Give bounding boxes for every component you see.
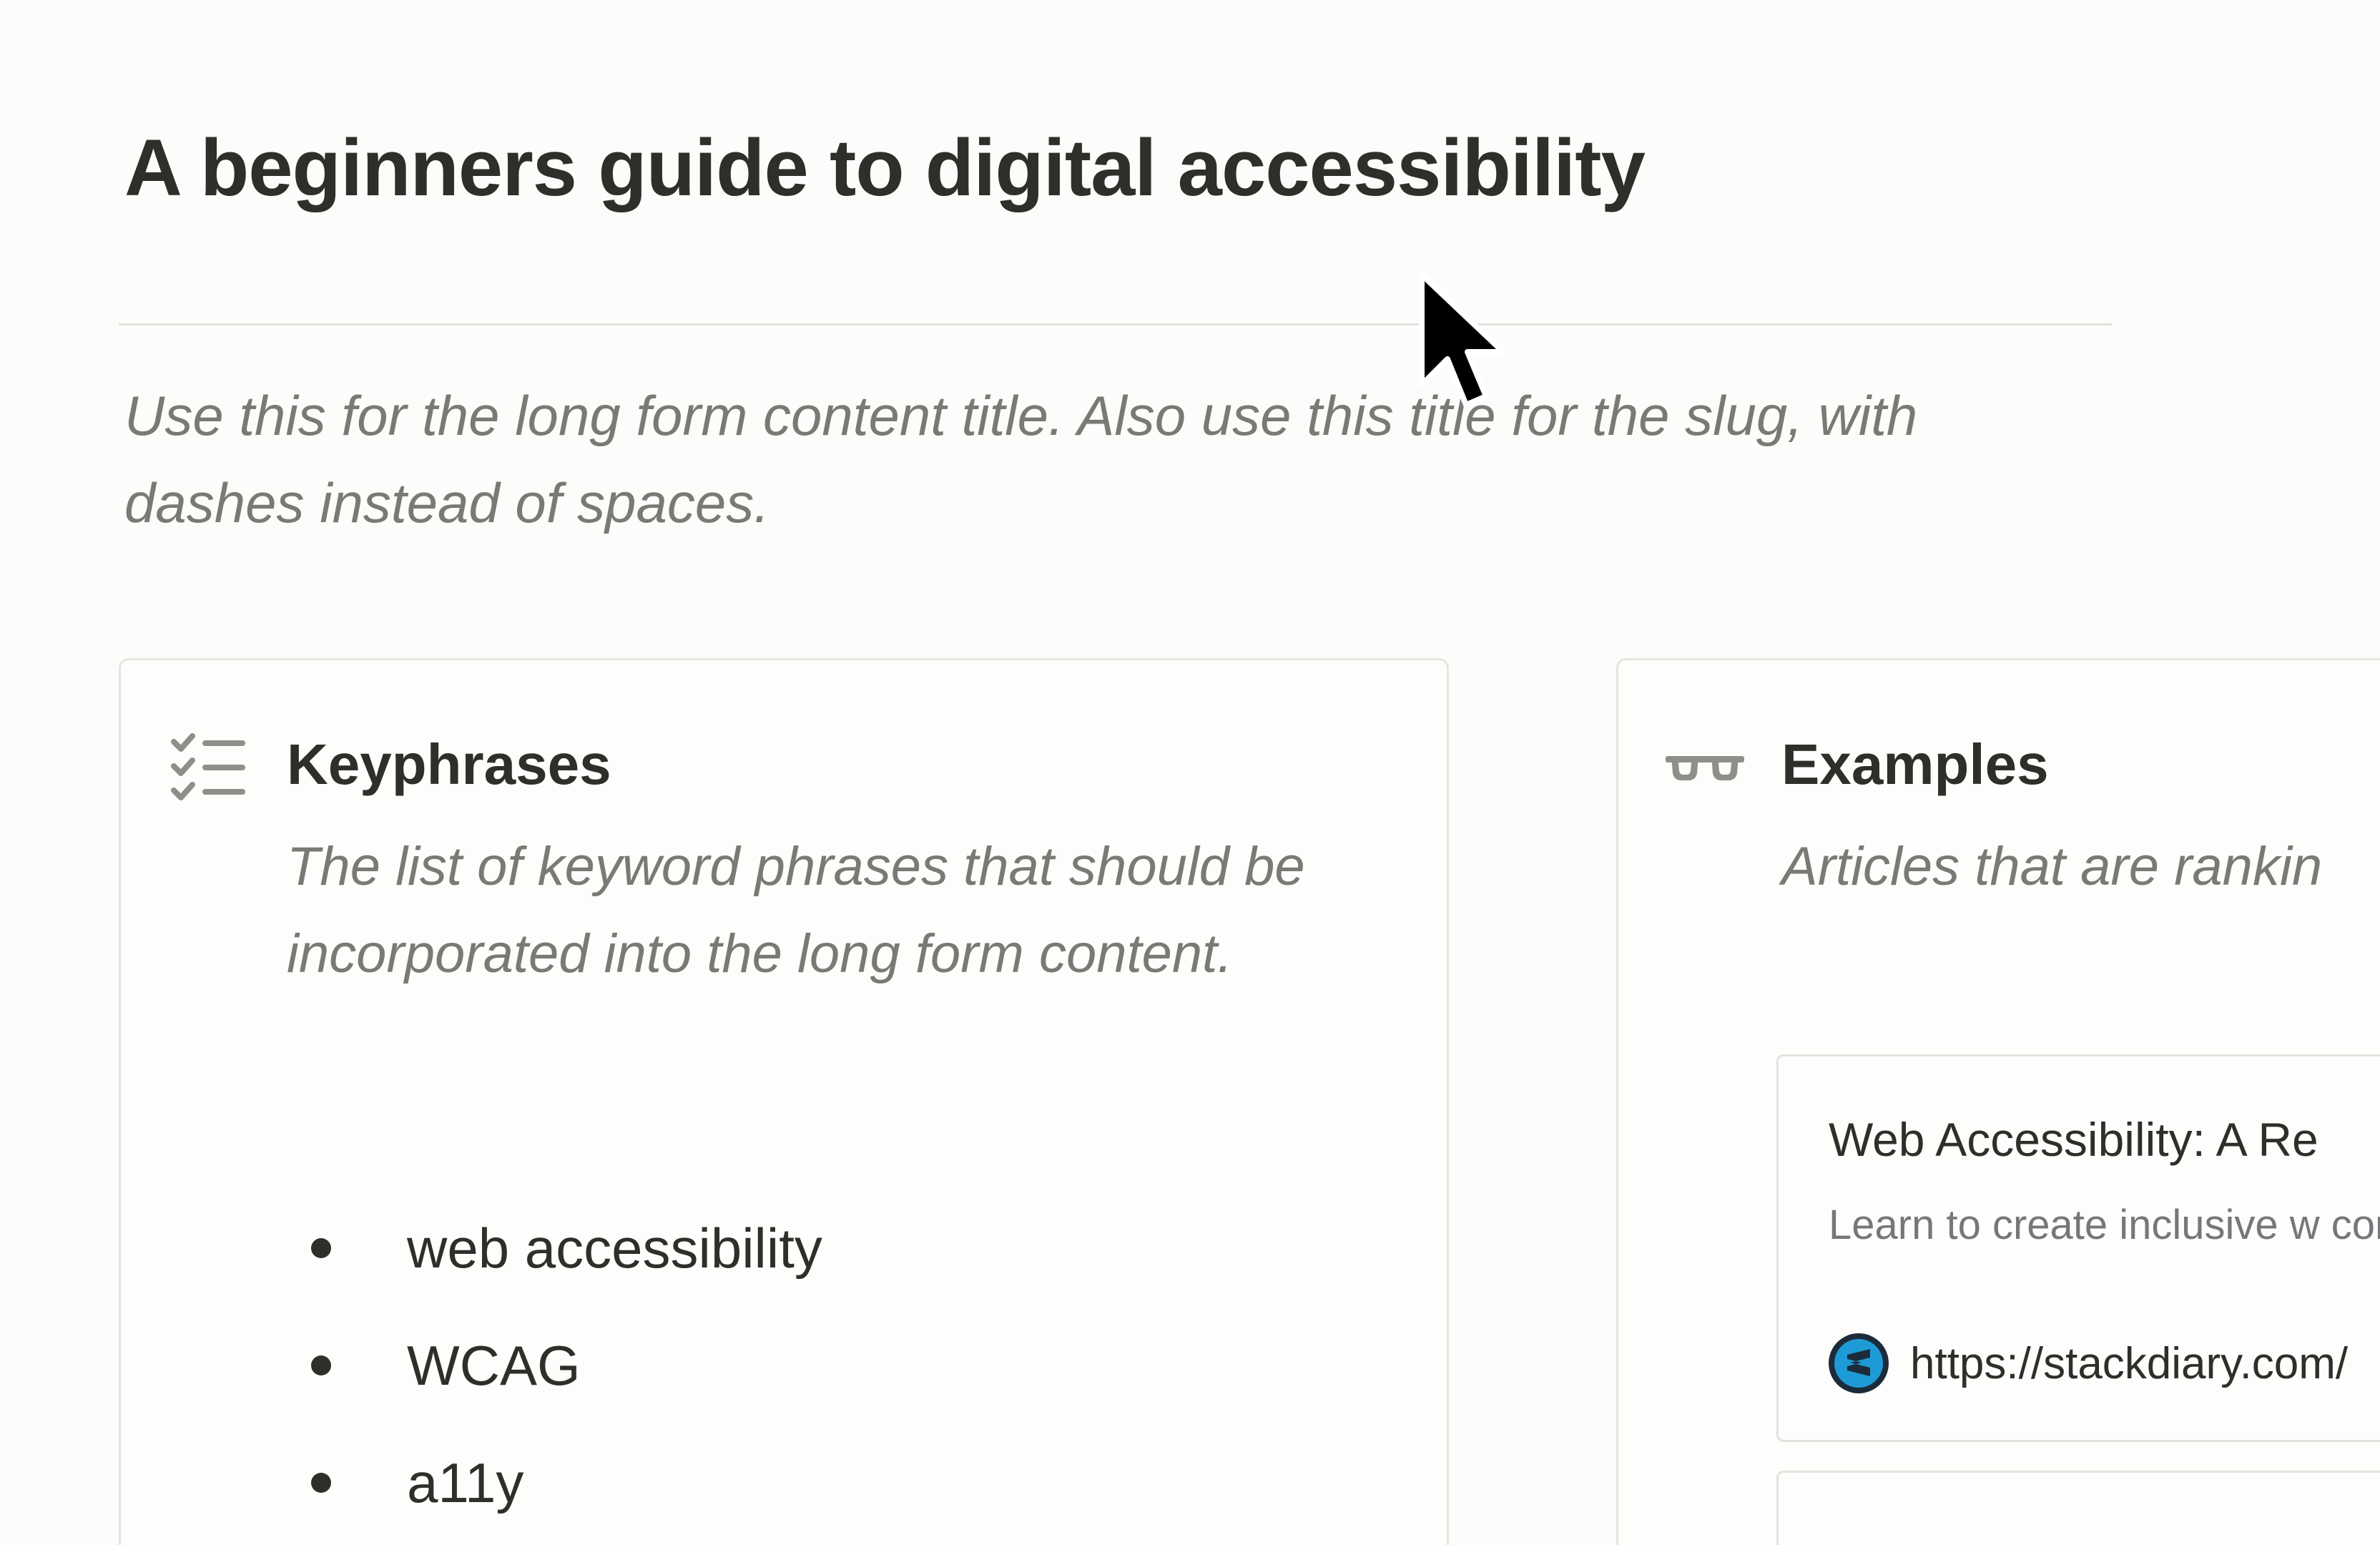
keyphrases-card[interactable]: Keyphrases The list of keyword phrases t… <box>119 658 1449 1545</box>
list-item[interactable]: a11y <box>305 1438 822 1545</box>
bullet-icon <box>311 1473 331 1493</box>
page-canvas: A beginners guide to digital accessibili… <box>0 0 2380 1545</box>
bullet-icon <box>311 1238 331 1258</box>
page-subtitle[interactable]: Use this for the long form content title… <box>124 372 2113 546</box>
keyphrase-text: a11y <box>407 1451 524 1514</box>
keyphrases-heading[interactable]: Keyphrases <box>287 732 611 798</box>
glasses-icon <box>1666 756 1744 780</box>
keyphrase-text: web accessibility <box>407 1217 822 1280</box>
bookmark-link[interactable]: https://stackdiary.com/ <box>1829 1331 2348 1396</box>
mouse-cursor-icon <box>1419 272 1506 408</box>
bookmark-url: https://stackdiary.com/ <box>1910 1338 2349 1388</box>
keyphrase-text: WCAG <box>407 1334 581 1397</box>
bullet-icon <box>311 1355 331 1375</box>
bookmark-description: Learn to create inclusive w comprehensiv… <box>1829 1202 2380 1248</box>
list-item[interactable]: web accessibility <box>305 1204 822 1321</box>
bookmark-card[interactable] <box>1776 1471 2380 1545</box>
bookmark-title: Web Accessibility: A Re <box>1829 1113 2318 1166</box>
checklist-icon <box>171 733 245 800</box>
examples-heading[interactable]: Examples <box>1781 732 2049 798</box>
page-title[interactable]: A beginners guide to digital accessibili… <box>124 122 1646 214</box>
keyphrases-list: web accessibility WCAG a11y <box>305 1204 822 1545</box>
stackdiary-logo-icon <box>1829 1333 1889 1393</box>
title-divider <box>119 323 2113 325</box>
bookmark-card[interactable]: Web Accessibility: A Re Learn to create … <box>1776 1054 2380 1442</box>
examples-description[interactable]: Articles that are rankin <box>1781 823 2380 911</box>
keyphrases-description[interactable]: The list of keyword phrases that should … <box>287 823 1388 998</box>
list-item[interactable]: WCAG <box>305 1321 822 1438</box>
